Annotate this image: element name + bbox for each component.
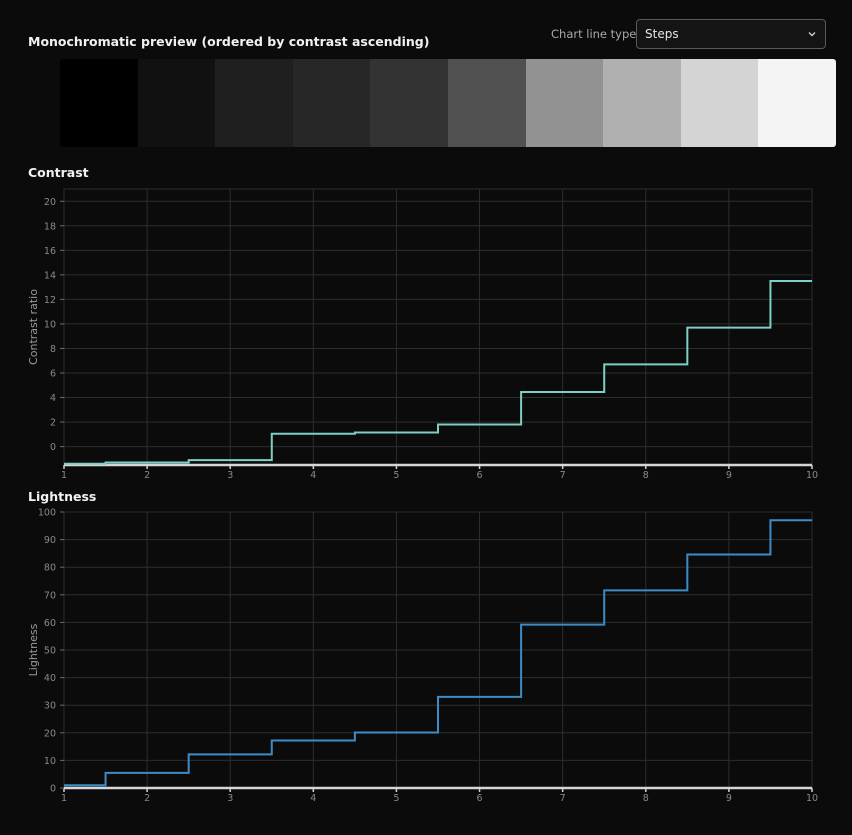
lightness-y-tick-label: 70 bbox=[44, 590, 56, 601]
lightness-y-axis-title: Lightness bbox=[27, 623, 40, 676]
lightness-x-tick-label: 10 bbox=[806, 793, 818, 804]
contrast-series-line bbox=[64, 280, 812, 465]
contrast-x-tick-label: 2 bbox=[144, 470, 150, 481]
contrast-y-tick-label: 4 bbox=[50, 393, 56, 404]
lightness-x-tick-label: 7 bbox=[560, 793, 566, 804]
line-type-select[interactable]: Steps bbox=[636, 19, 826, 49]
lightness-series-line bbox=[64, 519, 812, 787]
contrast-chart: 1 2 3 4 5 6 7 8 9 10 0 2 4 6 8 10 12 14 16 18 20 Contrast rat… bbox=[0, 185, 852, 485]
lightness-title: Lightness bbox=[28, 489, 97, 504]
lightness-x-tick-label: 9 bbox=[726, 793, 732, 804]
lightness-y-tick-label: 0 bbox=[50, 784, 56, 795]
lightness-y-tick-label: 40 bbox=[44, 673, 56, 684]
color-swatch bbox=[370, 59, 448, 147]
contrast-y-tick-label: 14 bbox=[44, 270, 56, 281]
contrast-y-tick-label: 12 bbox=[44, 295, 56, 306]
contrast-x-tick-label: 10 bbox=[806, 470, 818, 481]
color-swatch bbox=[215, 59, 293, 147]
contrast-x-tick-label: 5 bbox=[393, 470, 399, 481]
contrast-x-tick-label: 6 bbox=[477, 470, 483, 481]
line-type-label: Chart line type bbox=[551, 27, 637, 41]
color-swatch bbox=[137, 59, 216, 147]
lightness-y-tick-label: 80 bbox=[44, 563, 56, 574]
color-swatch bbox=[525, 59, 604, 147]
lightness-x-tick-label: 4 bbox=[310, 793, 316, 804]
color-swatch bbox=[603, 59, 681, 147]
lightness-y-tick-label: 30 bbox=[44, 701, 56, 712]
contrast-x-tick-label: 4 bbox=[310, 470, 316, 481]
contrast-y-tick-label: 0 bbox=[50, 442, 56, 453]
contrast-svg: 1 2 3 4 5 6 7 8 9 1002468101214161820Contrast rat… bbox=[27, 188, 818, 481]
lightness-x-tick-label: 5 bbox=[393, 793, 399, 804]
contrast-title: Contrast bbox=[28, 165, 89, 180]
contrast-x-tick-label: 3 bbox=[227, 470, 233, 481]
lightness-y-tick-label: 50 bbox=[44, 646, 56, 657]
swatch-strip bbox=[60, 59, 836, 147]
preview-title: Monochromatic preview (ordered by contra… bbox=[28, 34, 430, 49]
contrast-y-tick-label: 10 bbox=[44, 319, 56, 330]
color-swatch bbox=[292, 59, 371, 147]
contrast-y-tick-label: 16 bbox=[44, 246, 56, 257]
line-type-control: Chart line type Steps bbox=[551, 19, 826, 49]
line-type-value: Steps bbox=[645, 27, 679, 41]
color-swatch bbox=[680, 59, 759, 147]
lightness-x-tick-label: 2 bbox=[144, 793, 150, 804]
lightness-chart: 1 2 3 4 5 6 7 8 9 10 0 10 20 30 40 50 60 70 80 90 100 Lightne… bbox=[0, 508, 852, 808]
lightness-y-tick-label: 100 bbox=[38, 508, 56, 519]
lightness-x-tick-label: 3 bbox=[227, 793, 233, 804]
contrast-x-tick-label: 7 bbox=[560, 470, 566, 481]
contrast-y-axis-title: Contrast ratio bbox=[27, 289, 40, 365]
lightness-y-tick-label: 20 bbox=[44, 728, 56, 739]
contrast-y-tick-label: 18 bbox=[44, 221, 56, 232]
contrast-y-tick-label: 20 bbox=[44, 197, 56, 208]
color-swatch bbox=[447, 59, 526, 147]
lightness-x-tick-label: 1 bbox=[61, 793, 67, 804]
color-swatch bbox=[60, 59, 138, 147]
lightness-y-tick-label: 10 bbox=[44, 756, 56, 767]
lightness-y-tick-label: 60 bbox=[44, 618, 56, 629]
lightness-svg: 1 2 3 4 5 6 7 8 9 100102030405060708090100Lightne… bbox=[27, 508, 818, 804]
lightness-x-tick-label: 6 bbox=[477, 793, 483, 804]
color-swatch bbox=[758, 59, 836, 147]
contrast-x-tick-label: 8 bbox=[643, 470, 649, 481]
lightness-y-tick-label: 90 bbox=[44, 535, 56, 546]
contrast-y-tick-label: 6 bbox=[50, 369, 56, 380]
chevron-down-icon bbox=[808, 32, 816, 37]
contrast-y-tick-label: 8 bbox=[50, 344, 56, 355]
lightness-x-tick-label: 8 bbox=[643, 793, 649, 804]
contrast-y-tick-label: 2 bbox=[50, 418, 56, 429]
contrast-x-tick-label: 9 bbox=[726, 470, 732, 481]
contrast-x-tick-label: 1 bbox=[61, 470, 67, 481]
